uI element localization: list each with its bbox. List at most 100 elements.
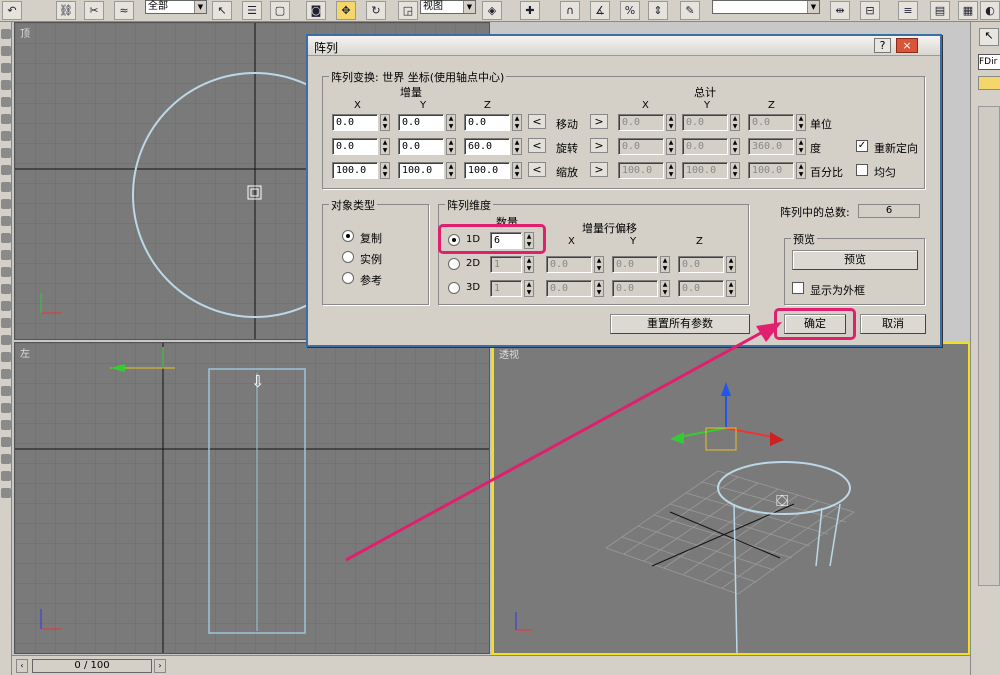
bind-space-warp-icon[interactable]: ≈ (114, 1, 134, 20)
pivot-center-icon[interactable]: ◈ (482, 1, 502, 20)
spinner-arrows-icon[interactable]: ▲ ▼ (594, 280, 604, 297)
spinner-arrows-icon[interactable]: ▲ ▼ (796, 162, 806, 179)
radio-instance[interactable] (342, 251, 354, 263)
reset-all-button[interactable]: 重置所有参数 (610, 314, 750, 334)
rotate-right-chevron-icon[interactable]: > (590, 138, 608, 153)
undo-icon[interactable]: ↶ (2, 1, 22, 20)
named-selection-dropdown[interactable]: ▼ (712, 0, 820, 14)
move-left-chevron-icon[interactable]: < (528, 114, 546, 129)
spinner-arrows-icon[interactable]: ▲ ▼ (594, 256, 604, 273)
scale-right-chevron-icon[interactable]: > (590, 162, 608, 177)
viewport-left-label[interactable]: 左 (20, 345, 30, 360)
cancel-button[interactable]: 取消 (860, 314, 926, 334)
rotate-left-chevron-icon[interactable]: < (528, 138, 546, 153)
viewport-perspective-label[interactable]: 透视 (499, 346, 519, 361)
tool-icon[interactable] (1, 80, 11, 90)
select-link-icon[interactable]: ⛓ (56, 1, 76, 20)
tool-icon[interactable] (1, 318, 11, 328)
spinner-value[interactable]: 100.0 (332, 162, 378, 179)
object-name-field[interactable]: FDir (978, 54, 1000, 70)
spinner-value[interactable]: 100.0 (618, 162, 664, 179)
spinner-value[interactable]: 0.0 (678, 256, 724, 273)
ref-coord-dropdown[interactable]: 视图 ▼ (420, 0, 476, 14)
tool-icon[interactable] (1, 454, 11, 464)
spinner-arrows-icon[interactable]: ▲ ▼ (380, 114, 390, 131)
spinner-value[interactable]: 100.0 (398, 162, 444, 179)
spinner-value[interactable]: 0.0 (618, 114, 664, 131)
edit-named-selection-icon[interactable]: ✎ (680, 1, 700, 20)
tool-icon[interactable] (1, 301, 11, 311)
prev-frame-icon[interactable]: ‹ (16, 659, 28, 673)
selection-filter-dropdown[interactable]: 全部 ▼ (145, 0, 207, 14)
tool-icon[interactable] (1, 488, 11, 498)
spinner-value[interactable]: 360.0 (748, 138, 794, 155)
tool-icon[interactable] (1, 403, 11, 413)
spinner-arrows-icon[interactable]: ▲ ▼ (666, 162, 676, 179)
close-button[interactable]: × (896, 38, 918, 53)
select-icon[interactable]: ↖ (979, 28, 999, 46)
spinner-value[interactable]: 0.0 (612, 256, 658, 273)
preview-button[interactable]: 预览 (792, 250, 918, 270)
spinner-arrows-icon[interactable]: ▲ ▼ (512, 138, 522, 155)
spinner-value[interactable]: 0.0 (682, 138, 728, 155)
time-slider[interactable]: 0 / 100 (32, 659, 152, 673)
spinner-arrows-icon[interactable]: ▲ ▼ (726, 256, 736, 273)
spinner-value[interactable]: 0.0 (678, 280, 724, 297)
tool-icon[interactable] (1, 114, 11, 124)
reorient-checkbox[interactable]: ✓ (856, 140, 868, 152)
tool-icon[interactable] (1, 335, 11, 345)
spinner-value[interactable]: 100.0 (748, 162, 794, 179)
tool-icon[interactable] (1, 471, 11, 481)
radio-2d[interactable] (448, 258, 460, 270)
tool-icon[interactable] (1, 199, 11, 209)
color-swatch[interactable] (978, 76, 1000, 90)
selection-region-icon[interactable]: ▢ (270, 1, 290, 20)
spinner-arrows-icon[interactable]: ▲ ▼ (446, 114, 456, 131)
spinner-arrows-icon[interactable]: ▲ ▼ (730, 138, 740, 155)
tool-icon[interactable] (1, 46, 11, 56)
move-icon[interactable]: ✥ (336, 1, 356, 20)
tool-icon[interactable] (1, 63, 11, 73)
spinner-arrows-icon[interactable]: ▲ ▼ (730, 162, 740, 179)
spinner-arrows-icon[interactable]: ▲ ▼ (796, 114, 806, 131)
scale-icon[interactable]: ◲ (398, 1, 418, 20)
spinner-value[interactable]: 0.0 (332, 114, 378, 131)
angle-snap-icon[interactable]: ∡ (590, 1, 610, 20)
tool-icon[interactable] (1, 182, 11, 192)
spinner-arrows-icon[interactable]: ▲ ▼ (446, 138, 456, 155)
select-by-name-icon[interactable]: ☰ (242, 1, 262, 20)
tool-icon[interactable] (1, 267, 11, 277)
spinner-value[interactable]: 1 (490, 256, 522, 273)
mirror-icon[interactable]: ⇹ (830, 1, 850, 20)
rotate-icon[interactable]: ↻ (366, 1, 386, 20)
spinner-value[interactable]: 1 (490, 280, 522, 297)
spinner-arrows-icon[interactable]: ▲ ▼ (730, 114, 740, 131)
spinner-value[interactable]: 60.0 (464, 138, 510, 155)
spinner-arrows-icon[interactable]: ▲ ▼ (524, 280, 534, 297)
scale-left-chevron-icon[interactable]: < (528, 162, 546, 177)
spinner-value[interactable]: 0.0 (546, 256, 592, 273)
snap-toggle-icon[interactable]: ∩ (560, 1, 580, 20)
move-right-chevron-icon[interactable]: > (590, 114, 608, 129)
window-crossing-icon[interactable]: ◙ (306, 1, 326, 20)
material-editor-icon[interactable]: ◐ (980, 1, 1000, 20)
spinner-arrows-icon[interactable]: ▲ ▼ (666, 114, 676, 131)
tool-icon[interactable] (1, 284, 11, 294)
radio-3d[interactable] (448, 282, 460, 294)
spinner-arrows-icon[interactable]: ▲ ▼ (660, 256, 670, 273)
radio-copy[interactable] (342, 230, 354, 242)
spinner-arrows-icon[interactable]: ▲ ▼ (512, 162, 522, 179)
spinner-arrows-icon[interactable]: ▲ ▼ (380, 138, 390, 155)
spinner-value[interactable]: 0.0 (618, 138, 664, 155)
uniform-checkbox[interactable] (856, 164, 868, 176)
spinner-arrows-icon[interactable]: ▲ ▼ (380, 162, 390, 179)
spinner-value[interactable]: 0.0 (398, 138, 444, 155)
tool-icon[interactable] (1, 131, 11, 141)
viewport-top-label[interactable]: 顶 (20, 25, 30, 40)
select-manipulate-icon[interactable]: ✚ (520, 1, 540, 20)
spinner-value[interactable]: 0.0 (612, 280, 658, 297)
tool-icon[interactable] (1, 386, 11, 396)
spinner-value[interactable]: 0.0 (464, 114, 510, 131)
spinner-arrows-icon[interactable]: ▲ ▼ (796, 138, 806, 155)
tool-icon[interactable] (1, 437, 11, 447)
